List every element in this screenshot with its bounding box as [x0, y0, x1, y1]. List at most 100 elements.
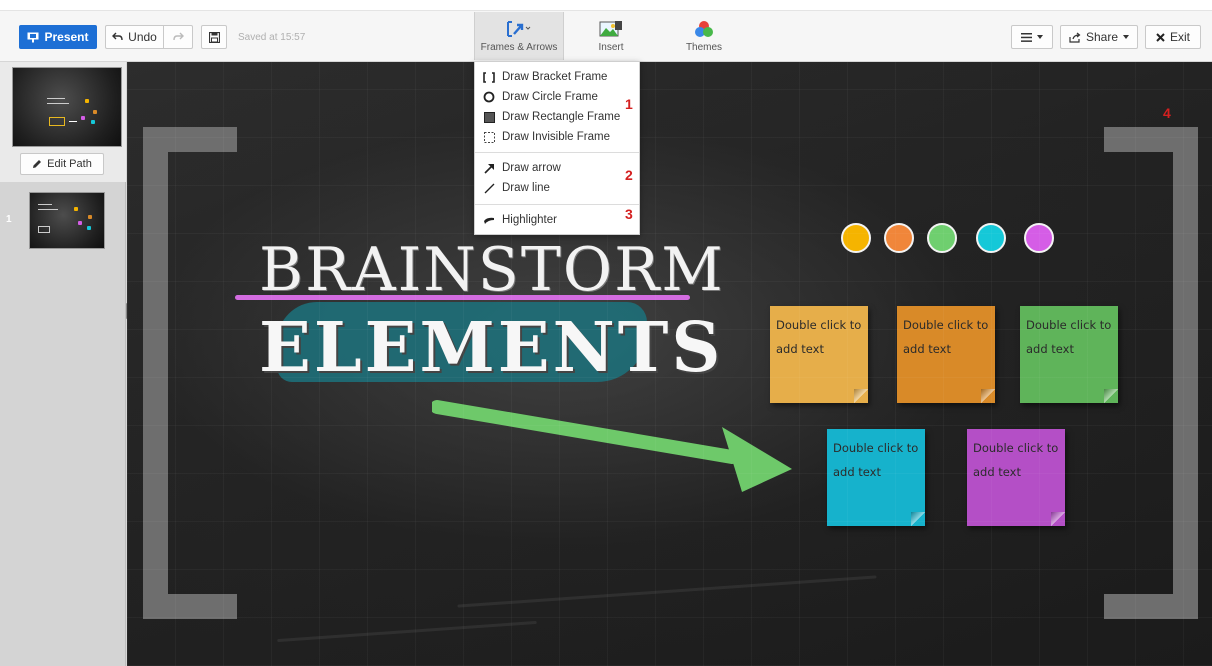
title-underline[interactable] [235, 295, 690, 300]
edit-path-button[interactable]: Edit Path [20, 153, 104, 175]
thumb-dot [87, 226, 91, 230]
sticky-note[interactable]: Double click to add text [1020, 306, 1118, 403]
thumb-dot [91, 120, 95, 124]
undo-button[interactable]: Undo [105, 25, 164, 49]
saved-status: Saved at 15:57 [238, 32, 306, 43]
sidebar: Edit Path 1 [0, 62, 126, 666]
thumb-dot [85, 99, 89, 103]
present-label: Present [44, 30, 89, 44]
menu-item-highlighter[interactable]: Highlighter [475, 210, 639, 230]
thumb-title-line [47, 103, 69, 104]
color-dot[interactable] [841, 223, 871, 253]
share-icon [1069, 32, 1081, 43]
themes-tool[interactable]: Themes [659, 12, 749, 60]
present-icon [27, 32, 39, 42]
bracket-bottom-bar [1104, 594, 1198, 619]
overview-panel: Edit Path [0, 62, 126, 182]
thumb-title-line [47, 98, 65, 99]
arrow-icon [483, 162, 495, 174]
share-button[interactable]: Share [1060, 25, 1138, 49]
menu-item-label: Draw Circle Frame [502, 91, 598, 103]
annotation-4: 4 [1163, 105, 1171, 121]
menu-item-label: Draw Bracket Frame [502, 71, 608, 83]
thumb-dot [78, 221, 82, 225]
menu-item-draw-arrow[interactable]: Draw arrow [475, 158, 639, 178]
menu-button[interactable] [1011, 25, 1053, 49]
thumb-dot [74, 207, 78, 211]
thumb-frame [38, 226, 50, 233]
rectangle-frame-icon [483, 111, 495, 123]
sticky-note[interactable]: Double click to add text [827, 429, 925, 526]
annotation-2: 2 [625, 167, 633, 183]
chalk-streak [277, 620, 537, 643]
bracket-side-bar [1173, 127, 1198, 619]
sticky-note[interactable]: Double click to add text [770, 306, 868, 403]
thumb-title-line [38, 209, 58, 210]
insert-label: Insert [598, 42, 624, 53]
share-label: Share [1085, 30, 1119, 44]
redo-icon [172, 32, 184, 41]
undo-label: Undo [128, 30, 157, 44]
frames-arrows-icon [506, 19, 532, 39]
menu-item-label: Draw line [502, 182, 550, 194]
annotation-3: 3 [625, 206, 633, 222]
thumb-frame [49, 117, 65, 126]
present-button[interactable]: Present [19, 25, 97, 49]
menu-separator [475, 152, 639, 153]
thumb-title-line [38, 204, 52, 205]
green-arrow[interactable] [432, 397, 792, 497]
toolbar: Present Undo Saved at 15:57 Frames & Arr… [0, 0, 1212, 62]
overview-thumbnail[interactable] [12, 67, 122, 147]
invisible-frame-icon [483, 131, 495, 143]
pencil-icon [33, 160, 42, 168]
edit-path-label: Edit Path [47, 158, 92, 170]
frames-arrows-label: Frames & Arrows [480, 42, 558, 53]
highlighter-icon [483, 214, 495, 226]
bracket-side-bar [143, 127, 168, 619]
bracket-frame-left[interactable] [143, 127, 237, 619]
color-dot[interactable] [884, 223, 914, 253]
bracket-frame-icon [483, 71, 495, 83]
caret-down-icon [1123, 35, 1130, 39]
menu-item-label: Draw Invisible Frame [502, 131, 610, 143]
slide-thumbnail[interactable] [29, 192, 105, 249]
menu-item-invisible-frame[interactable]: Draw Invisible Frame [475, 127, 639, 147]
exit-button[interactable]: Exit [1145, 25, 1201, 49]
insert-image-icon [598, 19, 624, 39]
bracket-frame-right[interactable] [1104, 127, 1198, 619]
save-button[interactable] [201, 25, 227, 49]
insert-tool[interactable]: Insert [566, 12, 656, 60]
themes-palette-icon [694, 19, 714, 39]
redo-button[interactable] [163, 25, 193, 49]
chalk-streak [457, 575, 877, 608]
color-dot[interactable] [1024, 223, 1054, 253]
frames-arrows-dropdown: Draw Bracket Frame Draw Circle Frame Dra… [474, 61, 640, 235]
thumb-dot [88, 215, 92, 219]
color-dot[interactable] [976, 223, 1006, 253]
line-icon [483, 182, 495, 194]
slide-canvas[interactable]: BRAINSTORM ELEMENTS Double click to add … [127, 62, 1212, 666]
slide-number: 1 [6, 214, 12, 225]
thumb-arrow [69, 121, 77, 122]
menu-item-draw-line[interactable]: Draw line [475, 178, 639, 198]
menu-separator [475, 204, 639, 205]
color-dot[interactable] [927, 223, 957, 253]
annotation-1: 1 [625, 96, 633, 112]
hamburger-icon [1021, 32, 1032, 42]
bracket-bottom-bar [143, 594, 237, 619]
sticky-note[interactable]: Double click to add text [897, 306, 995, 403]
close-icon [1156, 32, 1165, 42]
sticky-note[interactable]: Double click to add text [967, 429, 1065, 526]
exit-label: Exit [1169, 30, 1190, 44]
circle-frame-icon [483, 91, 495, 103]
menu-item-bracket-frame[interactable]: Draw Bracket Frame [475, 67, 639, 87]
menu-item-label: Draw arrow [502, 162, 561, 174]
frames-arrows-tool[interactable]: Frames & Arrows [474, 12, 564, 60]
thumb-dot [93, 110, 97, 114]
menu-item-circle-frame[interactable]: Draw Circle Frame [475, 87, 639, 107]
menu-item-label: Highlighter [502, 214, 557, 226]
title-elements[interactable]: ELEMENTS [259, 308, 720, 388]
themes-label: Themes [685, 42, 723, 53]
save-icon [208, 31, 220, 43]
menu-item-rectangle-frame[interactable]: Draw Rectangle Frame [475, 107, 639, 127]
